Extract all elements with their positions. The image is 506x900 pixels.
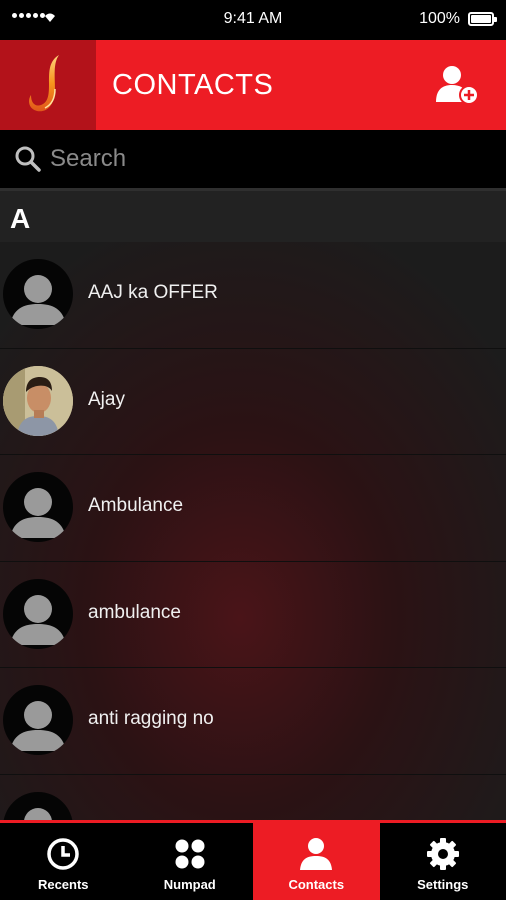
default-avatar-icon	[3, 791, 73, 820]
default-avatar-icon	[3, 578, 73, 649]
default-avatar-icon	[3, 472, 73, 542]
tab-recents[interactable]: Recents	[0, 823, 127, 900]
logo-icon	[29, 55, 59, 112]
add-contact-icon[interactable]	[436, 64, 480, 106]
contact-row[interactable]: Ajay	[0, 349, 506, 455]
battery-percent: 100%	[419, 10, 460, 27]
contact-name: Ambulance	[88, 495, 184, 516]
app-logo[interactable]	[0, 40, 96, 130]
default-avatar-icon	[3, 259, 73, 329]
tab-label: Settings	[417, 877, 469, 892]
tab-contacts[interactable]: Contacts	[253, 823, 380, 900]
section-header: A	[0, 188, 506, 242]
numpad-icon	[175, 839, 205, 869]
contact-row[interactable]: Ambulance	[0, 455, 506, 562]
search-icon	[15, 146, 41, 172]
tab-settings[interactable]: Settings	[380, 823, 506, 900]
status-bar: 9:41 AM 100%	[0, 0, 506, 40]
tab-label: Numpad	[163, 877, 216, 892]
contact-list[interactable]: A AAJ ka OFFER Ajay Ambulance ambulance …	[0, 188, 506, 820]
battery-icon	[468, 12, 497, 26]
search-bar	[0, 130, 506, 188]
contact-name: anti ragging no	[88, 708, 214, 729]
tab-numpad[interactable]: Numpad	[127, 823, 254, 900]
clock-icon	[47, 838, 79, 870]
page-title: CONTACTS	[112, 69, 274, 101]
contact-photo	[3, 365, 73, 436]
tab-bar: Recents Numpad Contacts Settings	[0, 820, 506, 900]
contact-name: Ajay	[88, 388, 125, 410]
contact-row[interactable]: AAJ ka OFFER	[0, 242, 506, 349]
search-input[interactable]	[50, 141, 480, 177]
contact-row[interactable]	[0, 775, 506, 820]
contact-name: AAJ ka OFFER	[88, 282, 218, 303]
tab-label: Contacts	[288, 877, 345, 892]
tab-label: Recents	[37, 877, 89, 892]
gear-icon	[426, 838, 459, 870]
section-letter: A	[10, 203, 31, 234]
contact-name: ambulance	[88, 601, 181, 623]
contact-row[interactable]: ambulance	[0, 562, 506, 668]
contact-row[interactable]: anti ragging no	[0, 668, 506, 775]
person-icon	[300, 838, 333, 870]
app-header: CONTACTS	[0, 40, 506, 130]
default-avatar-icon	[3, 685, 73, 755]
